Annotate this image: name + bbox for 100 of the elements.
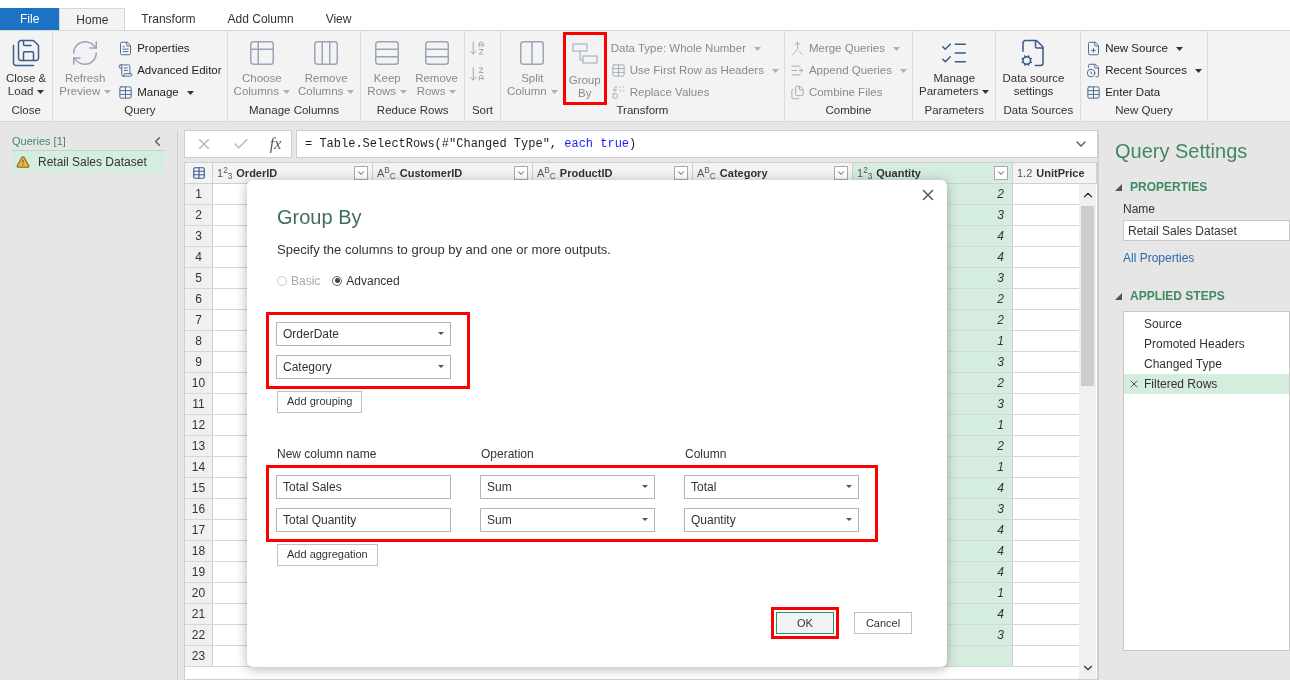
ribbon-button[interactable]: Enter Data: [1084, 83, 1204, 102]
ribbon-button[interactable]: Recent Sources: [1084, 61, 1204, 80]
menu-tab[interactable]: Transform: [125, 8, 212, 30]
ribbon-button[interactable]: Properties: [116, 39, 224, 58]
expander-icon[interactable]: [1115, 183, 1122, 191]
add-aggregation-button[interactable]: Add aggregation: [277, 543, 378, 566]
filter-button[interactable]: [834, 166, 848, 180]
operation-dropdown[interactable]: Sum: [480, 507, 655, 532]
column-dropdown[interactable]: Total: [684, 474, 859, 499]
column-name-field[interactable]: Total Quantity: [276, 507, 451, 532]
caret-icon: [846, 485, 852, 488]
expander-icon[interactable]: [1115, 292, 1122, 300]
caret-icon: [836, 168, 846, 178]
applied-step[interactable]: Changed Type: [1124, 354, 1289, 374]
applied-step[interactable]: Filtered Rows: [1124, 374, 1289, 394]
group-label: Manage Columns: [247, 102, 341, 118]
panel-title: Query Settings: [1115, 139, 1249, 164]
row-number: 15: [185, 478, 213, 498]
group-label: Parameters: [923, 102, 985, 118]
row-number: 6: [185, 289, 213, 309]
panel-title: Queries [1]: [12, 134, 66, 149]
section-heading: PROPERTIES: [1130, 179, 1208, 196]
dialog-title: Group By: [277, 205, 363, 230]
caret-icon: [642, 518, 648, 521]
group-label: New Query: [1114, 103, 1174, 118]
row-number: 7: [185, 310, 213, 330]
column-header[interactable]: 1$^{2}$$_{3}$ Quantity: [853, 163, 1013, 183]
all-properties-link[interactable]: All Properties: [1123, 249, 1290, 267]
name-field[interactable]: Retail Sales Dataset: [1123, 220, 1290, 241]
caret-icon: [550, 89, 558, 94]
applied-step[interactable]: Source: [1124, 314, 1289, 334]
caret-icon: [676, 168, 686, 178]
caret-icon: [771, 68, 779, 73]
filter-button[interactable]: [354, 166, 368, 180]
caret-icon: [104, 89, 112, 94]
list-icon: [789, 63, 805, 78]
ribbon-button[interactable]: Close & Load: [3, 35, 50, 100]
ribbon-button[interactable]: Data source settings: [999, 35, 1068, 100]
column-header[interactable]: 1.2 UnitPrice: [1013, 163, 1097, 183]
caret-icon: [892, 46, 900, 51]
files-icon: [789, 85, 805, 100]
row-number: 18: [185, 541, 213, 561]
column-label: Column: [685, 445, 728, 463]
table-icon: [1086, 85, 1102, 100]
radio-label: Advanced: [346, 272, 400, 290]
row-number: 22: [185, 625, 213, 645]
caret-icon: [356, 168, 366, 178]
column-name-field[interactable]: Total Sales: [276, 474, 451, 499]
group-label: Data Sources: [1002, 102, 1075, 118]
scrollbar-thumb[interactable]: [1081, 206, 1094, 386]
ribbon-button[interactable]: New Source: [1084, 39, 1204, 58]
column-dropdown[interactable]: Quantity: [684, 507, 859, 532]
query-item[interactable]: Retail Sales Dataset: [12, 150, 165, 173]
sort-descending-icon[interactable]: [467, 65, 486, 83]
applied-step[interactable]: Promoted Headers: [1124, 334, 1289, 354]
row-number: 2: [185, 205, 213, 225]
menu-tab[interactable]: File: [0, 8, 60, 30]
column-title: OrderID: [236, 165, 279, 181]
caret-icon: [900, 68, 908, 73]
row-number: 10: [185, 373, 213, 393]
table-icon: [118, 85, 134, 100]
filter-button[interactable]: [514, 166, 528, 180]
row-number: 3: [185, 226, 213, 246]
ribbon-button[interactable]: Manage Parameters: [916, 35, 993, 100]
radio-label: Basic: [291, 272, 321, 290]
row-number: 12: [185, 415, 213, 435]
row-number: 11: [185, 394, 213, 414]
caret-icon: [347, 89, 355, 94]
operation-dropdown[interactable]: Sum: [480, 474, 655, 499]
menu-tab[interactable]: Add Column: [211, 8, 310, 30]
scroll-icon: [118, 63, 134, 78]
caret-icon: [642, 485, 648, 488]
filter-button[interactable]: [994, 166, 1008, 180]
ribbon-button[interactable]: Advanced Editor: [116, 61, 224, 80]
fx-label[interactable]: fx: [269, 132, 282, 156]
caret-icon: [754, 46, 761, 51]
filter-button[interactable]: [674, 166, 688, 180]
menu-tab[interactable]: Home: [59, 8, 126, 30]
dialog-button[interactable]: OK: [776, 612, 834, 634]
group-label: Sort: [470, 102, 495, 118]
column-title: ProductID: [559, 165, 614, 181]
row-number: 4: [185, 247, 213, 267]
grouping-dropdown[interactable]: OrderDate: [276, 321, 451, 346]
caret-icon: [282, 89, 290, 94]
dialog-button[interactable]: Cancel: [854, 612, 912, 634]
clock-icon: [1086, 63, 1102, 78]
column-label: New column name: [277, 445, 378, 463]
delete-step-icon[interactable]: [1128, 378, 1140, 390]
ribbon-button[interactable]: Manage: [116, 83, 224, 102]
table-menu-icon[interactable]: [191, 166, 206, 180]
replace-icon: [610, 85, 626, 100]
sort-ascending-icon[interactable]: [467, 39, 486, 57]
warning-icon: [16, 154, 30, 169]
menu-tab[interactable]: View: [309, 8, 368, 30]
column-label: Operation: [481, 445, 535, 463]
row-number: 5: [185, 268, 213, 288]
grouping-dropdown[interactable]: Category: [276, 354, 451, 379]
add-grouping-button[interactable]: Add grouping: [277, 390, 363, 413]
caret-icon: [37, 89, 45, 94]
row-number: 16: [185, 499, 213, 519]
